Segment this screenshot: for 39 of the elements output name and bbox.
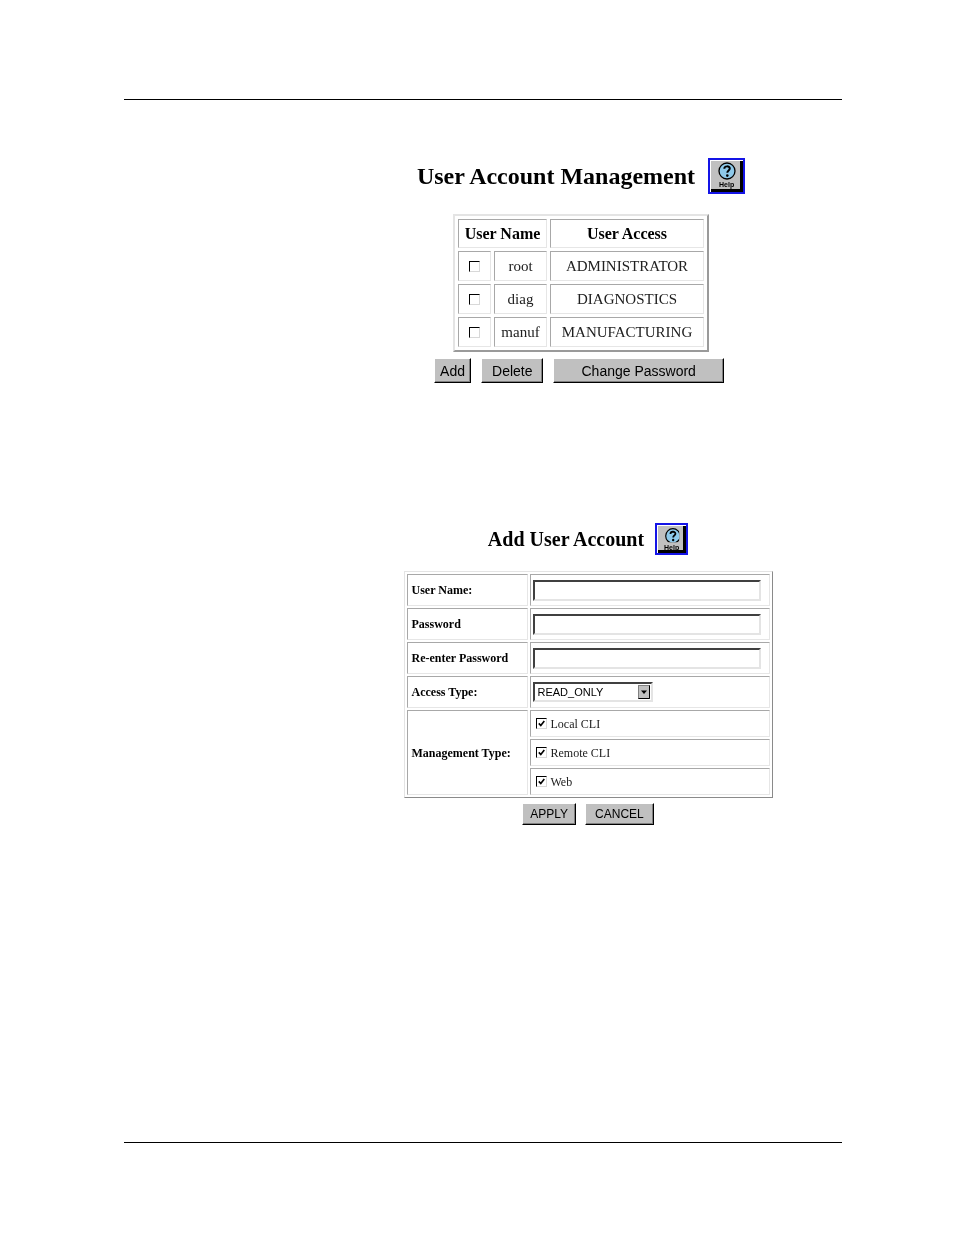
check-icon xyxy=(537,778,545,785)
field-label: User Name: xyxy=(406,574,528,606)
question-mark-icon xyxy=(664,527,679,542)
checkbox[interactable] xyxy=(535,718,547,729)
button[interactable]: CANCEL xyxy=(585,803,654,825)
button[interactable]: APPLY xyxy=(522,803,577,825)
check-icon xyxy=(537,749,545,756)
table-cell: diag xyxy=(494,284,547,314)
field-label: Re-enter Password xyxy=(406,642,528,674)
access-type-select[interactable]: READ_ONLY xyxy=(532,682,653,702)
table-cell: MANUFACTURING xyxy=(550,317,704,347)
table-cell: ADMINISTRATOR xyxy=(550,251,704,281)
page-title: User Account Management xyxy=(416,163,696,188)
check-icon xyxy=(537,720,545,727)
button[interactable]: Delete xyxy=(481,358,544,383)
field-label: Management Type: xyxy=(406,710,528,795)
checkbox[interactable] xyxy=(535,747,547,758)
dropdown-arrow-icon xyxy=(637,685,650,699)
table-cell: DIAGNOSTICS xyxy=(550,284,704,314)
table-cell: root xyxy=(494,251,547,281)
checkbox[interactable] xyxy=(469,260,480,272)
checkbox-label: Remote CLI xyxy=(550,746,611,759)
field-label: Access Type: xyxy=(406,676,528,708)
question-mark-icon xyxy=(717,161,736,180)
checkbox[interactable] xyxy=(469,326,480,338)
section-title: Add User Account xyxy=(487,528,645,549)
column-header: User Name xyxy=(458,219,547,248)
table-cell: manuf xyxy=(494,317,547,347)
column-header: User Access xyxy=(550,219,704,248)
checkbox[interactable] xyxy=(535,776,547,787)
button[interactable]: Change Password xyxy=(553,358,724,383)
checkbox-label: Local CLI xyxy=(550,717,601,730)
field-label: Password xyxy=(406,608,528,640)
input-field[interactable] xyxy=(532,579,761,601)
checkbox-label: Web xyxy=(550,775,573,788)
input-field[interactable] xyxy=(532,613,761,635)
input-field[interactable] xyxy=(532,647,761,669)
button[interactable]: Add xyxy=(434,358,471,383)
checkbox[interactable] xyxy=(469,293,480,305)
